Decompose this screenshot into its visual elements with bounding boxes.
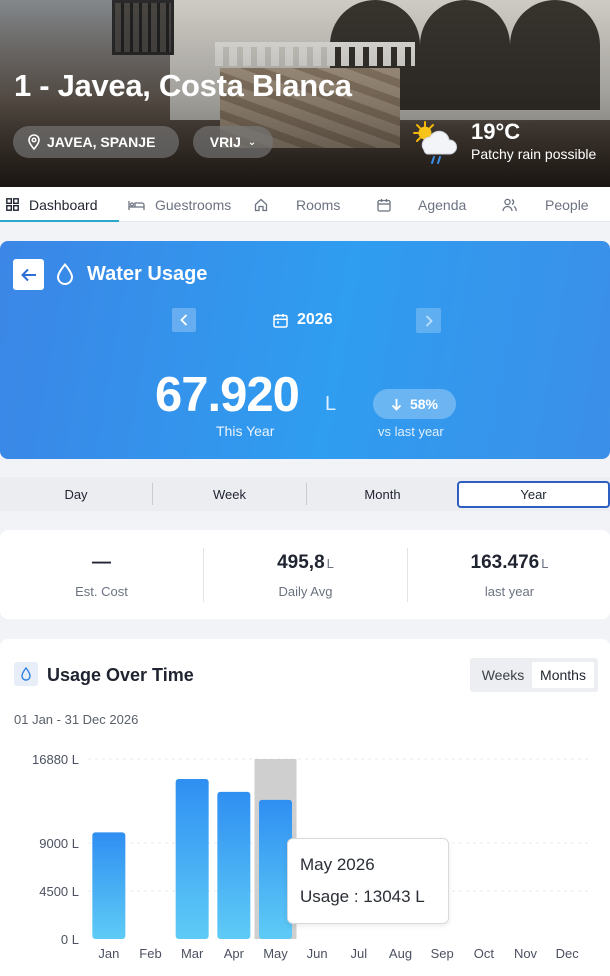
bar-jan xyxy=(92,832,126,939)
bar-apr xyxy=(217,791,251,939)
stat-last-year: 163.476 L last year xyxy=(408,530,610,619)
back-button[interactable] xyxy=(13,259,44,290)
x-tick-label: Jan xyxy=(98,946,119,961)
stat-label: Daily Avg xyxy=(278,584,333,599)
x-tick-label: Nov xyxy=(514,946,538,961)
tooltip-value: Usage : 13043 L xyxy=(300,887,425,906)
period-day[interactable]: Day xyxy=(0,477,152,511)
tab-rooms[interactable]: Rooms xyxy=(254,187,340,222)
location-label: JAVEA, SPANJE xyxy=(47,134,156,150)
next-year-button[interactable] xyxy=(416,308,441,333)
period-selector: Day Week Month Year xyxy=(0,477,610,511)
tab-dashboard[interactable]: Dashboard xyxy=(6,187,98,222)
water-usage-card: Water Usage 2026 67.920 L This Year 58% … xyxy=(0,241,610,459)
x-tick-label: Aug xyxy=(389,946,412,961)
water-drop-icon xyxy=(56,263,74,285)
temperature: 19°C xyxy=(471,119,521,144)
hero-banner: 1 - Javea, Costa Blanca JAVEA, SPANJE VR… xyxy=(0,0,610,187)
tab-label: Dashboard xyxy=(29,196,98,213)
water-usage-title: Water Usage xyxy=(87,263,208,285)
total-usage-label: This Year xyxy=(216,423,275,439)
status-label: VRIJ xyxy=(209,134,241,150)
location-chip[interactable]: JAVEA, SPANJE xyxy=(13,126,179,158)
chevron-left-icon xyxy=(180,314,188,326)
chevron-down-icon: ⌄ xyxy=(247,136,257,148)
tab-label: Agenda xyxy=(418,196,467,213)
period-month[interactable]: Month xyxy=(307,477,458,511)
tab-agenda[interactable]: Agenda xyxy=(377,187,466,222)
tab-people[interactable]: People xyxy=(502,187,589,222)
change-label: vs last year xyxy=(378,424,444,439)
tab-guestrooms[interactable]: Guestrooms xyxy=(128,187,231,222)
selected-year: 2026 xyxy=(297,311,333,328)
y-tick-label: 0 L xyxy=(61,932,79,947)
stat-value: 495,8 xyxy=(277,552,325,573)
bar-mar xyxy=(175,779,209,939)
x-tick-label: Sep xyxy=(431,946,454,961)
tab-label: Rooms xyxy=(296,196,341,213)
status-dropdown[interactable]: VRIJ ⌄ xyxy=(193,126,273,158)
x-tick-label: May xyxy=(263,946,288,961)
stat-label: Est. Cost xyxy=(75,584,128,599)
x-tick-label: Jul xyxy=(351,946,368,961)
main-tabs: Dashboard Guestrooms Rooms Agenda People xyxy=(0,187,610,222)
stat-unit: L xyxy=(541,556,549,571)
period-year[interactable]: Year xyxy=(457,481,610,508)
arrow-down-icon xyxy=(391,398,402,411)
chart-tooltip: May 2026 Usage : 13043 L xyxy=(287,838,449,924)
period-week[interactable]: Week xyxy=(153,477,306,511)
property-title: 1 - Javea, Costa Blanca xyxy=(14,68,352,103)
calendar-icon xyxy=(273,313,288,328)
x-tick-label: Feb xyxy=(139,946,161,961)
home-icon xyxy=(254,198,268,211)
tab-label: Guestrooms xyxy=(155,196,232,213)
active-tab-indicator xyxy=(0,220,119,222)
total-usage-value: 67.920 xyxy=(155,368,300,422)
change-badge: 58% xyxy=(373,389,456,419)
stat-unit: L xyxy=(326,556,334,571)
chevron-right-icon xyxy=(425,314,433,327)
x-tick-label: Mar xyxy=(181,946,204,961)
stat-daily-avg: 495,8 L Daily Avg xyxy=(204,530,407,619)
location-pin-icon xyxy=(28,134,40,150)
y-tick-label: 16880 L xyxy=(32,752,79,767)
weather-condition: Patchy rain possible xyxy=(471,146,597,162)
year-selector[interactable]: 2026 xyxy=(273,311,333,329)
tab-label: People xyxy=(545,196,589,213)
change-value: 58% xyxy=(409,396,439,412)
x-tick-label: Jun xyxy=(307,946,328,961)
stat-est-cost: — Est. Cost xyxy=(0,530,203,619)
x-tick-label: Oct xyxy=(474,946,495,961)
usage-bar-chart: 0 L 4500 L 9000 L 16880 L Jan Feb Mar Apr May Jun… xyxy=(32,752,588,961)
y-tick-label: 9000 L xyxy=(39,836,79,851)
weather-sun-cloud-rain-icon xyxy=(413,121,457,164)
bed-icon xyxy=(128,200,145,210)
people-icon xyxy=(502,198,517,211)
stat-label: last year xyxy=(484,584,535,599)
stat-value: 163.476 xyxy=(470,552,540,573)
dashboard-icon xyxy=(6,198,19,211)
y-tick-label: 4500 L xyxy=(39,884,79,899)
total-usage-unit: L xyxy=(325,393,337,415)
tooltip-title: May 2026 xyxy=(300,855,375,874)
arrow-left-icon xyxy=(20,268,36,281)
stats-card: — Est. Cost 495,8 L Daily Avg 163.476 L la… xyxy=(0,530,610,619)
calendar-icon xyxy=(377,198,391,212)
x-tick-label: Dec xyxy=(556,946,580,961)
x-tick-label: Apr xyxy=(224,946,245,961)
previous-year-button[interactable] xyxy=(172,308,196,332)
stat-value: — xyxy=(92,552,111,573)
